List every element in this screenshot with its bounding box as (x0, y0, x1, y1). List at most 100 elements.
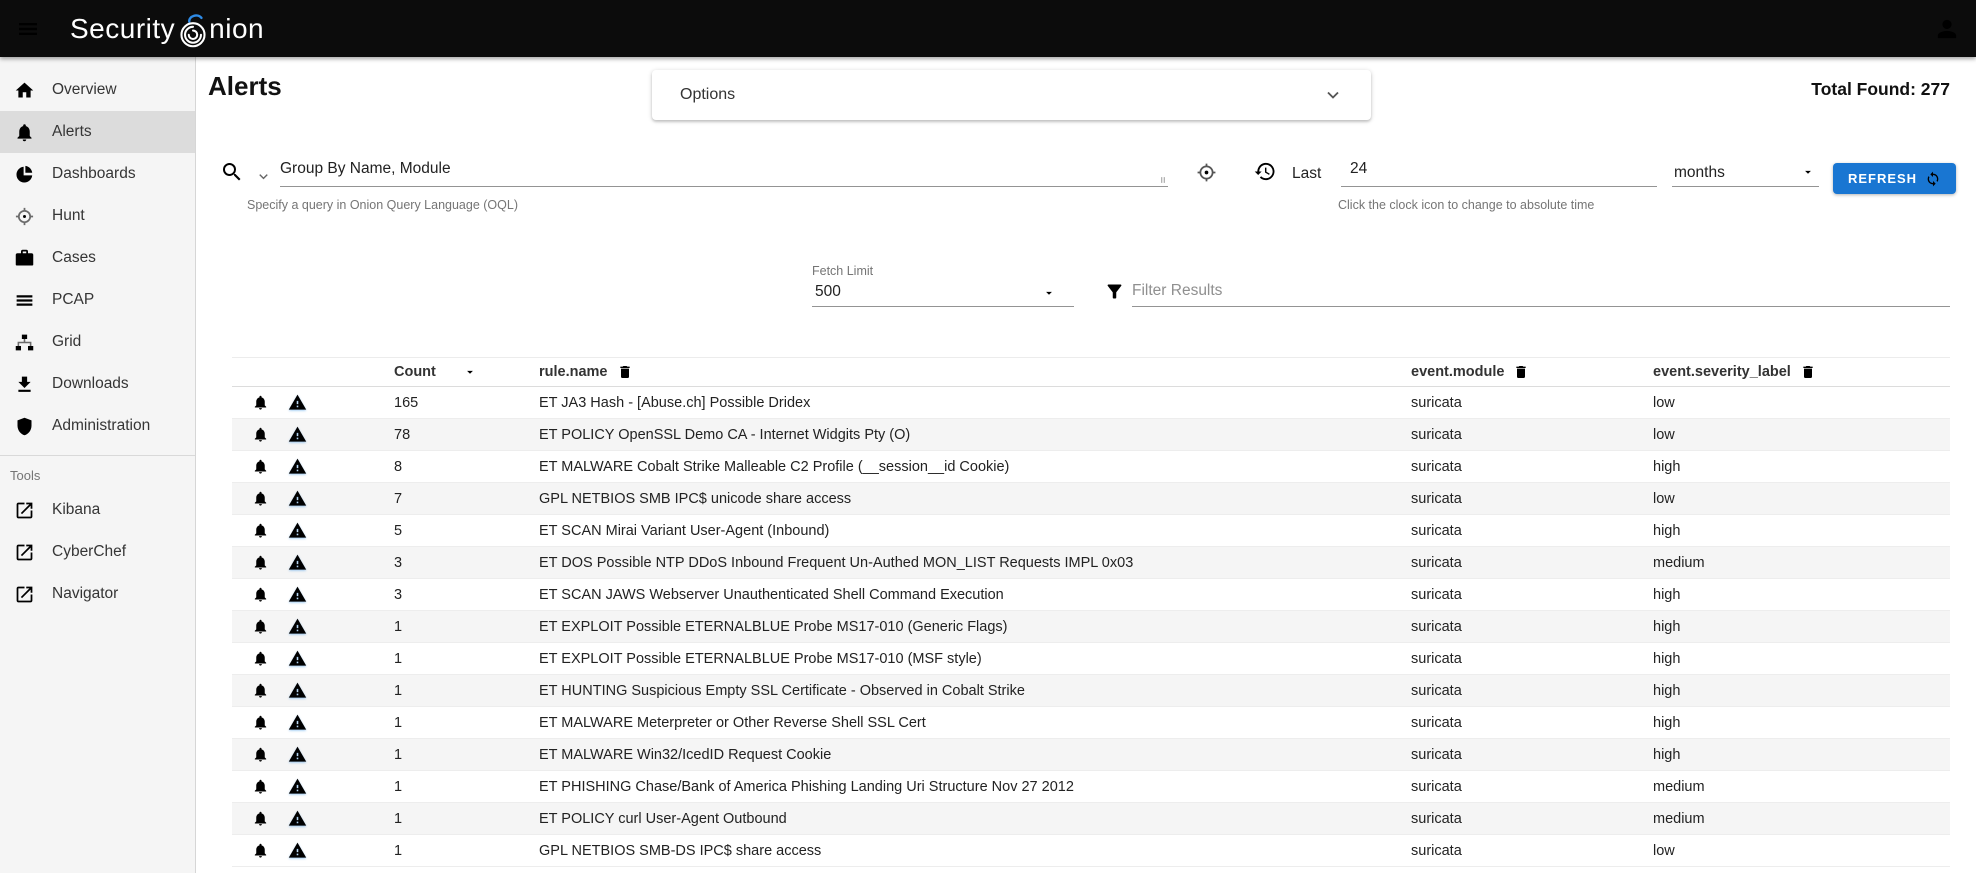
query-input[interactable] (280, 153, 1168, 187)
query-dropdown-caret-icon[interactable] (256, 169, 271, 184)
table-row[interactable]: 1 ET MALWARE Meterpreter or Other Revers… (232, 707, 1950, 739)
alert-rule-name[interactable]: ET JA3 Hash - [Abuse.ch] Possible Dridex (532, 395, 1411, 411)
alert-severity-label[interactable]: high (1653, 619, 1950, 635)
refresh-button[interactable]: REFRESH (1833, 163, 1956, 194)
alert-event-module[interactable]: suricata (1411, 459, 1653, 475)
warning-triangle-icon[interactable] (288, 745, 307, 764)
alert-event-module[interactable]: suricata (1411, 715, 1653, 731)
severity-bell-icon[interactable] (252, 554, 269, 571)
severity-bell-icon[interactable] (252, 714, 269, 731)
alert-count[interactable]: 3 (324, 587, 532, 603)
table-row[interactable]: 5 ET SCAN Mirai Variant User-Agent (Inbo… (232, 515, 1950, 547)
sidebar-item-downloads[interactable]: Downloads (0, 363, 195, 405)
alert-rule-name[interactable]: ET MALWARE Win32/IcedID Request Cookie (532, 747, 1411, 763)
time-value-input[interactable] (1341, 153, 1657, 187)
severity-bell-icon[interactable] (252, 586, 269, 603)
remove-column-icon[interactable] (617, 364, 633, 380)
warning-triangle-icon[interactable] (288, 425, 307, 444)
alert-event-module[interactable]: suricata (1411, 619, 1653, 635)
warning-triangle-icon[interactable] (288, 585, 307, 604)
alert-count[interactable]: 3 (324, 555, 532, 571)
alert-rule-name[interactable]: ET EXPLOIT Possible ETERNALBLUE Probe MS… (532, 619, 1411, 635)
alert-event-module[interactable]: suricata (1411, 427, 1653, 443)
alert-severity-label[interactable]: high (1653, 523, 1950, 539)
alert-count[interactable]: 1 (324, 843, 532, 859)
sidebar-item-alerts[interactable]: Alerts (0, 111, 195, 153)
alert-count[interactable]: 1 (324, 715, 532, 731)
warning-triangle-icon[interactable] (288, 777, 307, 796)
alert-severity-label[interactable]: medium (1653, 779, 1950, 795)
alert-event-module[interactable]: suricata (1411, 395, 1653, 411)
severity-bell-icon[interactable] (252, 458, 269, 475)
filter-results-input[interactable] (1132, 275, 1950, 307)
alert-event-module[interactable]: suricata (1411, 811, 1653, 827)
warning-triangle-icon[interactable] (288, 617, 307, 636)
warning-triangle-icon[interactable] (288, 393, 307, 412)
alert-severity-label[interactable]: low (1653, 843, 1950, 859)
column-header-rule-name[interactable]: rule.name (539, 364, 608, 380)
column-header-event-module[interactable]: event.module (1411, 364, 1504, 380)
warning-triangle-icon[interactable] (288, 489, 307, 508)
column-header-count[interactable]: Count (394, 364, 436, 380)
alert-count[interactable]: 1 (324, 779, 532, 795)
alert-count[interactable]: 78 (324, 427, 532, 443)
alert-rule-name[interactable]: ET DOS Possible NTP DDoS Inbound Frequen… (532, 555, 1411, 571)
sidebar-item-cases[interactable]: Cases (0, 237, 195, 279)
sidebar-tool-cyberchef[interactable]: CyberChef (0, 531, 195, 573)
alert-rule-name[interactable]: GPL NETBIOS SMB-DS IPC$ share access (532, 843, 1411, 859)
alert-severity-label[interactable]: medium (1653, 555, 1950, 571)
column-header-severity-label[interactable]: event.severity_label (1653, 364, 1791, 380)
sidebar-item-pcap[interactable]: PCAP (0, 279, 195, 321)
warning-triangle-icon[interactable] (288, 713, 307, 732)
alert-severity-label[interactable]: low (1653, 491, 1950, 507)
alert-count[interactable]: 8 (324, 459, 532, 475)
alert-count[interactable]: 1 (324, 811, 532, 827)
alert-count[interactable]: 1 (324, 747, 532, 763)
search-icon[interactable] (220, 160, 244, 184)
table-row[interactable]: 165 ET JA3 Hash - [Abuse.ch] Possible Dr… (232, 387, 1950, 419)
table-row[interactable]: 3 ET DOS Possible NTP DDoS Inbound Frequ… (232, 547, 1950, 579)
severity-bell-icon[interactable] (252, 682, 269, 699)
alert-severity-label[interactable]: high (1653, 747, 1950, 763)
sidebar-item-overview[interactable]: Overview (0, 69, 195, 111)
table-row[interactable]: 1 ET POLICY curl User-Agent Outbound sur… (232, 803, 1950, 835)
table-row[interactable]: 8 ET MALWARE Cobalt Strike Malleable C2 … (232, 451, 1950, 483)
sidebar-item-hunt[interactable]: Hunt (0, 195, 195, 237)
warning-triangle-icon[interactable] (288, 521, 307, 540)
table-row[interactable]: 3 ET SCAN JAWS Webserver Unauthenticated… (232, 579, 1950, 611)
alert-rule-name[interactable]: ET MALWARE Cobalt Strike Malleable C2 Pr… (532, 459, 1411, 475)
alert-count[interactable]: 1 (324, 651, 532, 667)
alert-event-module[interactable]: suricata (1411, 843, 1653, 859)
alert-severity-label[interactable]: high (1653, 683, 1950, 699)
alert-severity-label[interactable]: high (1653, 587, 1950, 603)
alert-event-module[interactable]: suricata (1411, 747, 1653, 763)
resize-grip-icon[interactable] (1158, 175, 1168, 185)
chevron-down-icon[interactable] (1323, 85, 1343, 105)
alert-rule-name[interactable]: ET POLICY curl User-Agent Outbound (532, 811, 1411, 827)
alert-rule-name[interactable]: GPL NETBIOS SMB IPC$ unicode share acces… (532, 491, 1411, 507)
severity-bell-icon[interactable] (252, 842, 269, 859)
alert-rule-name[interactable]: ET SCAN JAWS Webserver Unauthenticated S… (532, 587, 1411, 603)
alert-event-module[interactable]: suricata (1411, 523, 1653, 539)
alert-severity-label[interactable]: high (1653, 651, 1950, 667)
severity-bell-icon[interactable] (252, 426, 269, 443)
alert-event-module[interactable]: suricata (1411, 683, 1653, 699)
options-panel[interactable]: Options (652, 70, 1371, 120)
alert-count[interactable]: 5 (324, 523, 532, 539)
alert-event-module[interactable]: suricata (1411, 555, 1653, 571)
time-unit-select[interactable]: months (1672, 153, 1819, 187)
alert-severity-label[interactable]: high (1653, 459, 1950, 475)
alert-event-module[interactable]: suricata (1411, 491, 1653, 507)
fetch-limit-select[interactable]: 500 (812, 279, 1074, 307)
warning-triangle-icon[interactable] (288, 457, 307, 476)
severity-bell-icon[interactable] (252, 746, 269, 763)
sidebar-tool-kibana[interactable]: Kibana (0, 489, 195, 531)
severity-bell-icon[interactable] (252, 394, 269, 411)
alert-rule-name[interactable]: ET PHISHING Chase/Bank of America Phishi… (532, 779, 1411, 795)
alert-count[interactable]: 1 (324, 619, 532, 635)
table-row[interactable]: 1 ET PHISHING Chase/Bank of America Phis… (232, 771, 1950, 803)
alert-severity-label[interactable]: high (1653, 715, 1950, 731)
alert-severity-label[interactable]: medium (1653, 811, 1950, 827)
severity-bell-icon[interactable] (252, 522, 269, 539)
table-row[interactable]: 1 ET EXPLOIT Possible ETERNALBLUE Probe … (232, 611, 1950, 643)
